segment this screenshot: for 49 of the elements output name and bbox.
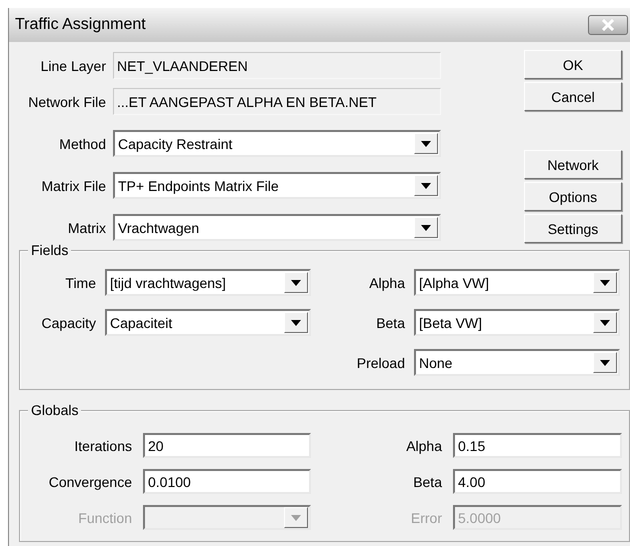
input-field[interactable]: 4.00 bbox=[453, 469, 622, 494]
caret-icon bbox=[593, 352, 617, 373]
window-title: Traffic Assignment bbox=[15, 16, 146, 34]
field-label: Alpha bbox=[368, 274, 405, 290]
input-field[interactable]: 20 bbox=[143, 433, 311, 458]
field-label: Function bbox=[77, 510, 132, 526]
caret-icon bbox=[284, 312, 308, 333]
dialog-button[interactable]: OK bbox=[524, 50, 622, 79]
dialog-button[interactable]: Network bbox=[524, 150, 622, 179]
readonly-field[interactable]: ...ET AANGEPAST ALPHA EN BETA.NET bbox=[113, 88, 441, 115]
field-label: Beta bbox=[375, 314, 405, 330]
dropdown-field[interactable]: Capacity Restraint bbox=[113, 130, 441, 157]
field-label: Preload bbox=[356, 354, 405, 370]
input-field[interactable]: 0.0100 bbox=[143, 469, 311, 494]
readonly-field[interactable]: NET_VLAANDEREN bbox=[113, 52, 441, 79]
dropdown-field[interactable]: TP+ Endpoints Matrix File bbox=[113, 172, 441, 199]
caret-icon bbox=[593, 312, 617, 333]
field-label: Error bbox=[410, 510, 442, 526]
field-label: Convergence bbox=[48, 474, 132, 490]
field-label: Beta bbox=[412, 474, 442, 490]
dialog-button[interactable]: Settings bbox=[524, 214, 622, 243]
dialog-button[interactable]: Options bbox=[524, 182, 622, 211]
dropdown-field[interactable]: None bbox=[414, 349, 620, 376]
close-button[interactable] bbox=[588, 15, 628, 35]
field-label: Matrix File bbox=[40, 178, 106, 194]
field-label: Time bbox=[64, 274, 96, 290]
field-label: Line Layer bbox=[40, 58, 106, 74]
caret-icon bbox=[414, 133, 438, 154]
caret-icon bbox=[414, 217, 438, 238]
caret-icon bbox=[593, 272, 617, 293]
dropdown-field[interactable]: [Alpha VW] bbox=[414, 269, 620, 296]
group-title: Fields bbox=[28, 242, 72, 258]
dropdown-field[interactable]: [tijd vrachtwagens] bbox=[105, 269, 311, 296]
field-label: Alpha bbox=[405, 438, 442, 454]
caret-icon bbox=[414, 175, 438, 196]
caret-icon bbox=[284, 272, 308, 293]
close-icon bbox=[600, 19, 616, 31]
input-field[interactable]: 0.15 bbox=[453, 433, 622, 458]
field-label: Method bbox=[58, 136, 106, 152]
caret-icon bbox=[284, 507, 308, 528]
group-title: Globals bbox=[28, 402, 82, 418]
field-label: Matrix bbox=[66, 220, 106, 236]
dropdown-field[interactable]: Vrachtwagen bbox=[113, 214, 441, 241]
field-label: Iterations bbox=[73, 438, 132, 454]
field-label: Network File bbox=[27, 94, 106, 110]
dialog-button[interactable]: Cancel bbox=[524, 82, 622, 111]
dropdown-field[interactable]: Capaciteit bbox=[105, 309, 311, 336]
dropdown-field[interactable]: [Beta VW] bbox=[414, 309, 620, 336]
field-label: Capacity bbox=[40, 314, 96, 330]
